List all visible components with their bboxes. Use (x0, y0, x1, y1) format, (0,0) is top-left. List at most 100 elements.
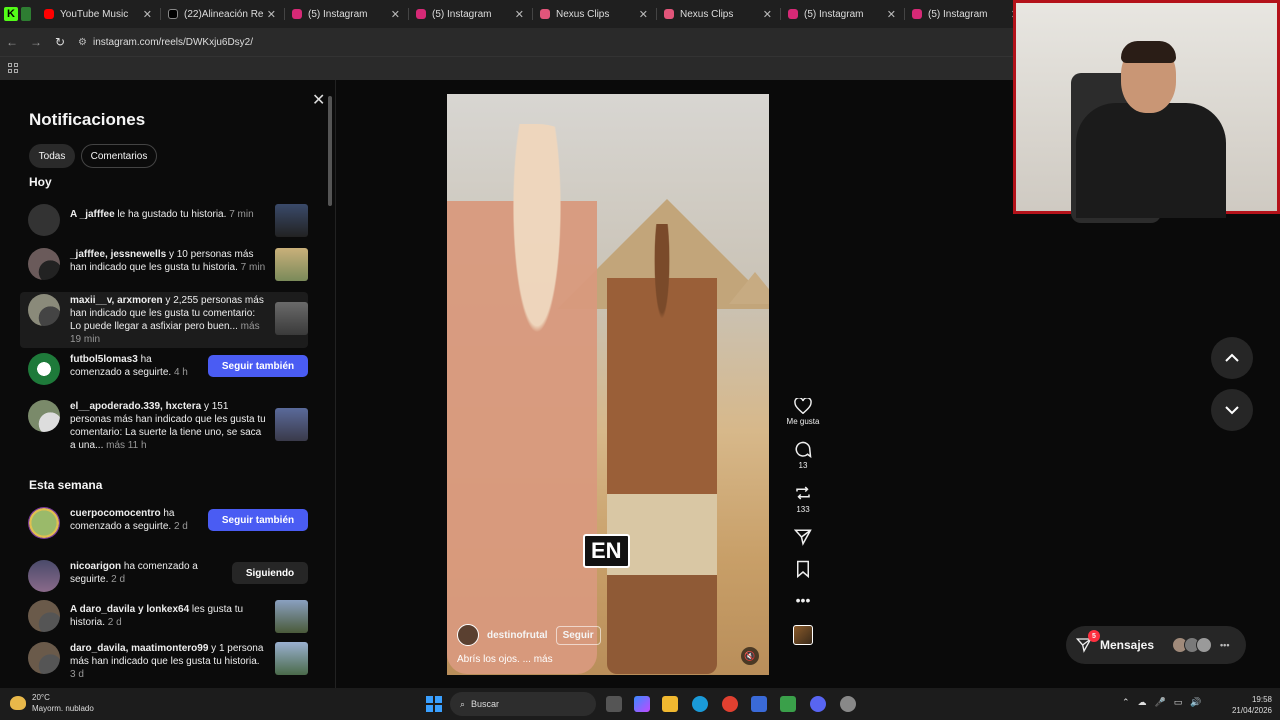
taskbar-search[interactable]: ⌕ Buscar (450, 692, 596, 716)
tab-nexus-clips[interactable]: Nexus Clips ✕ (532, 0, 656, 28)
site-info-icon[interactable]: ⚙ (78, 37, 87, 48)
reload-icon[interactable]: ↻ (48, 35, 72, 49)
avatar[interactable] (28, 248, 60, 280)
more-icon: ••• (795, 592, 811, 608)
cloud-icon[interactable]: ☁ (1138, 697, 1147, 708)
close-icon[interactable]: ✕ (515, 8, 524, 21)
edge-icon[interactable] (692, 696, 708, 712)
chrome-icon[interactable] (722, 696, 738, 712)
start-icon[interactable] (426, 696, 442, 712)
video-pyramid-small (729, 272, 769, 304)
notification-item[interactable]: A daro_davila y lonkex64 les gusta tu hi… (20, 600, 308, 633)
cloud-sun-icon (10, 696, 26, 710)
microphone-icon[interactable]: 🎤 (1155, 697, 1166, 708)
filter-comments[interactable]: Comentarios (81, 144, 157, 168)
share-button[interactable] (794, 528, 812, 546)
close-icon[interactable]: ✕ (391, 8, 400, 21)
avatar[interactable] (28, 642, 60, 674)
like-button[interactable]: Me gusta (787, 398, 819, 426)
messages-button[interactable]: 5 Mensajes ••• (1066, 626, 1246, 664)
video-anatomy-figure (447, 124, 597, 674)
post-thumbnail[interactable] (275, 408, 308, 441)
apps-grid-icon[interactable] (8, 63, 18, 73)
follow-back-button[interactable]: Seguir también (208, 355, 308, 377)
network-icon[interactable]: ▭ (1174, 697, 1183, 708)
notification-item[interactable]: el__apoderado.339, hxctera y 151 persona… (20, 400, 308, 452)
kick-logo[interactable]: K (0, 0, 36, 28)
avatar[interactable] (457, 624, 479, 646)
forward-icon[interactable]: → (24, 35, 48, 49)
notification-item[interactable]: daro_davila, maatimontero99 y 1 persona … (20, 642, 308, 681)
comment-icon (795, 441, 812, 458)
mute-icon[interactable]: 🔇 (741, 647, 759, 665)
task-view-icon[interactable] (606, 696, 622, 712)
notification-item[interactable]: _jafffee, jessnewells y 10 personas más … (20, 248, 308, 281)
back-icon[interactable]: ← (0, 35, 24, 49)
author-username[interactable]: destinofrutal (487, 630, 548, 641)
avatar[interactable] (28, 507, 60, 539)
avatar[interactable] (28, 353, 60, 385)
close-icon[interactable]: ✕ (312, 90, 325, 110)
message-avatars (1172, 637, 1213, 653)
filter-all[interactable]: Todas (29, 144, 75, 168)
close-icon[interactable]: ✕ (887, 8, 896, 21)
previous-reel-button[interactable] (1211, 337, 1253, 379)
audio-button[interactable] (793, 622, 813, 645)
close-icon[interactable]: ✕ (763, 8, 772, 21)
discord-icon[interactable] (810, 696, 826, 712)
notification-item[interactable]: maxii__v, arxmoren y 2,255 personas más … (20, 292, 308, 348)
avatar[interactable] (28, 600, 60, 632)
store-icon[interactable] (751, 696, 767, 712)
story-thumbnail[interactable] (275, 600, 308, 633)
follow-back-button[interactable]: Seguir también (208, 509, 308, 531)
weather-widget[interactable]: 20°C Mayorm. nublado (10, 692, 94, 714)
close-icon[interactable]: ✕ (267, 8, 276, 21)
tab-instagram[interactable]: (5) Instagram ✕ (284, 0, 408, 28)
reel-video[interactable]: EN destinofrutal Seguir Abrís los ojos. … (447, 94, 769, 675)
volume-icon[interactable]: 🔊 (1190, 697, 1201, 708)
repost-button[interactable]: 133 (794, 484, 812, 514)
scrollbar-thumb[interactable] (328, 96, 332, 206)
system-tray: ⌃ ☁ 🎤 ▭ 🔊 (1122, 697, 1202, 708)
avatar[interactable] (28, 400, 60, 432)
close-icon[interactable]: ✕ (143, 8, 152, 21)
scrollbar[interactable] (327, 94, 333, 684)
story-thumbnail[interactable] (275, 642, 308, 675)
clock[interactable]: 19:58 21/04/2026 (1224, 694, 1272, 716)
story-thumbnail[interactable] (275, 248, 308, 281)
comment-button[interactable]: 13 (794, 440, 812, 470)
more-options-button[interactable]: ••• (796, 592, 811, 608)
avatar[interactable] (28, 560, 60, 592)
next-reel-button[interactable] (1211, 389, 1253, 431)
copilot-icon[interactable] (634, 696, 650, 712)
kick-icon: K (4, 7, 18, 21)
tab-tiktok[interactable]: (22)Alineación Real M ✕ (160, 0, 284, 28)
tab-instagram[interactable]: (5) Instagram ✕ (780, 0, 904, 28)
url-field[interactable]: ⚙ instagram.com/reels/DWKxju6Dsy2/ (78, 37, 253, 48)
close-icon[interactable]: ✕ (639, 8, 648, 21)
chevron-up-icon[interactable]: ⌃ (1122, 697, 1130, 708)
notification-item[interactable]: futbol5lomas3 ha comenzado a seguirte. 4… (20, 353, 308, 385)
instagram-icon (788, 9, 798, 19)
notification-item[interactable]: A _jafffee le ha gustado tu historia. 7 … (20, 204, 308, 237)
notification-item[interactable]: cuerpocomocentro ha comenzado a seguirte… (20, 507, 308, 539)
tab-instagram[interactable]: (5) Instagram ✕ (408, 0, 532, 28)
avatar[interactable] (28, 204, 60, 236)
reel-caption[interactable]: Abrís los ojos. ... más (457, 654, 553, 665)
tab-youtube-music[interactable]: YouTube Music ✕ (36, 0, 160, 28)
save-button[interactable] (795, 560, 811, 578)
story-thumbnail[interactable] (275, 204, 308, 237)
chevron-down-icon (1225, 406, 1239, 415)
tab-nexus-clips[interactable]: Nexus Clips ✕ (656, 0, 780, 28)
tab-instagram[interactable]: (5) Instagram ✕ (904, 0, 1028, 28)
following-button[interactable]: Siguiendo (232, 562, 308, 584)
notification-item[interactable]: nicoarigon ha comenzado a seguirte. 2 d … (20, 560, 308, 592)
tiktok-icon (168, 9, 178, 19)
file-explorer-icon[interactable] (662, 696, 678, 712)
avatar[interactable] (28, 294, 60, 326)
post-thumbnail[interactable] (275, 302, 308, 335)
follow-button[interactable]: Seguir (555, 625, 601, 645)
app-icon[interactable] (840, 696, 856, 712)
send-icon (794, 529, 812, 546)
xbox-icon[interactable] (780, 696, 796, 712)
